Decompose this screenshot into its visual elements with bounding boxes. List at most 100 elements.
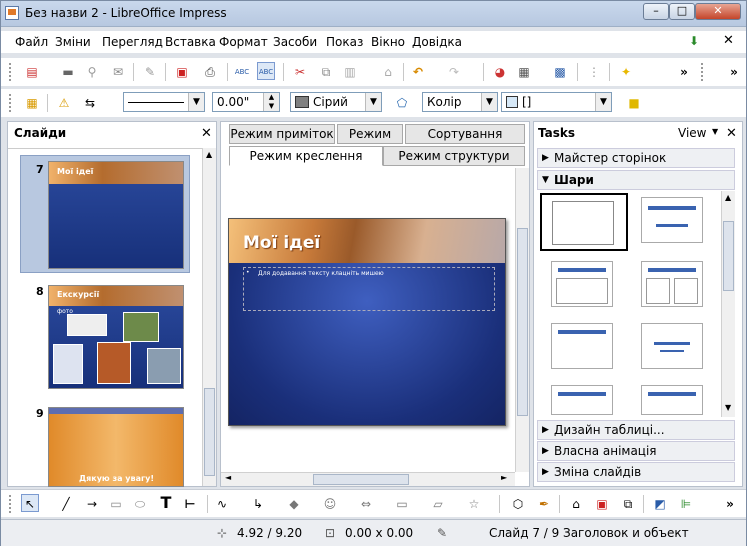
update-icon[interactable]: ⬇ bbox=[685, 32, 703, 50]
content-placeholder[interactable]: • Для додавання тексту клацніть мишею bbox=[243, 267, 495, 311]
from-file-icon[interactable]: ⌂ bbox=[567, 495, 585, 513]
ellipse-tool-icon[interactable]: ⬭ bbox=[131, 495, 149, 513]
spellcheck-icon[interactable]: ABC bbox=[233, 63, 251, 81]
new-document-icon[interactable]: ▤ bbox=[23, 63, 41, 81]
menu-slideshow[interactable]: Показ bbox=[326, 35, 363, 49]
callouts-icon[interactable]: ▱ bbox=[429, 495, 447, 513]
editor-hscrollbar[interactable]: ◄ ► bbox=[221, 472, 515, 486]
chevron-down-icon[interactable]: ▼ bbox=[365, 93, 381, 111]
line-tool-icon[interactable]: ╱ bbox=[57, 495, 75, 513]
gallery-star-icon[interactable]: ✦ bbox=[617, 63, 635, 81]
styles-icon[interactable]: ▦ bbox=[23, 94, 41, 112]
undo-icon[interactable]: ↶ bbox=[409, 63, 427, 81]
menu-help[interactable]: Довідка bbox=[412, 35, 462, 49]
rectangle-tool-icon[interactable]: ▭ bbox=[107, 495, 125, 513]
paste-icon[interactable]: ▥ bbox=[341, 63, 359, 81]
points-icon[interactable]: ⬡ bbox=[509, 495, 527, 513]
line-arrow-tool-icon[interactable]: → bbox=[83, 495, 101, 513]
table-icon[interactable]: ▦ bbox=[515, 63, 533, 81]
scroll-thumb[interactable] bbox=[313, 474, 409, 485]
chevron-down-icon[interactable]: ▼ bbox=[712, 127, 718, 136]
stars-icon[interactable]: ☆ bbox=[465, 495, 483, 513]
export-pdf-icon[interactable]: ▣ bbox=[173, 63, 191, 81]
scroll-down-icon[interactable]: ▼ bbox=[725, 403, 731, 412]
area-icon[interactable]: ⬠ bbox=[393, 94, 411, 112]
slide-thumbnail-9[interactable]: Дякую за увагу! bbox=[48, 407, 184, 487]
layout-more-2[interactable] bbox=[641, 385, 703, 415]
menu-view[interactable]: Перегляд bbox=[102, 35, 163, 49]
close-window-button[interactable]: ✕ bbox=[695, 3, 741, 20]
section-slide-transition[interactable]: ▶ Зміна слайдів bbox=[537, 462, 735, 482]
save-icon[interactable]: ⚲ bbox=[83, 63, 101, 81]
scroll-right-icon[interactable]: ► bbox=[501, 473, 507, 482]
autospellcheck-icon[interactable]: ABC bbox=[257, 62, 275, 80]
chevron-down-icon[interactable]: ▼ bbox=[481, 93, 497, 111]
chevron-down-icon[interactable]: ▼ bbox=[595, 93, 611, 111]
more-tools-chevron2-icon[interactable]: » bbox=[725, 63, 743, 81]
tab-normal[interactable]: Режим креслення bbox=[229, 146, 383, 166]
block-arrows-icon[interactable]: ⇔ bbox=[357, 495, 375, 513]
toggle-extrusion-icon[interactable]: ⧉ bbox=[619, 495, 637, 513]
section-layouts[interactable]: ▼ Шари bbox=[537, 170, 735, 190]
symbol-shapes-icon[interactable]: ☺ bbox=[321, 495, 339, 513]
menu-tools[interactable]: Засоби bbox=[273, 35, 317, 49]
copy-icon[interactable]: ⧉ bbox=[317, 63, 335, 81]
open-icon[interactable]: ▬ bbox=[59, 63, 77, 81]
tab-outline[interactable]: Режим структури bbox=[383, 146, 525, 166]
gallery-icon[interactable]: ▣ bbox=[593, 495, 611, 513]
layout-blank[interactable] bbox=[540, 193, 628, 251]
slides-scrollbar[interactable]: ▲ bbox=[202, 148, 216, 486]
layout-more-1[interactable] bbox=[551, 385, 613, 415]
edit-file-icon[interactable]: ✎ bbox=[141, 63, 159, 81]
flowchart-icon[interactable]: ▭ bbox=[393, 495, 411, 513]
section-table-design[interactable]: ▶ Дизайн таблиці... bbox=[537, 420, 735, 440]
cut-icon[interactable]: ✂ bbox=[291, 63, 309, 81]
maximize-button[interactable]: □ bbox=[669, 3, 695, 20]
line-icon[interactable]: ⚠ bbox=[55, 94, 73, 112]
spinner-icon[interactable]: ▲ ▼ bbox=[263, 93, 279, 111]
toolbar-grip[interactable] bbox=[9, 63, 13, 81]
shadow-icon[interactable]: ■ bbox=[625, 94, 643, 112]
menu-edit[interactable]: Зміни bbox=[55, 35, 91, 49]
line-color-select[interactable]: Сірий ▼ bbox=[290, 92, 382, 112]
more-tools-chevron-icon[interactable]: » bbox=[675, 63, 693, 81]
curve-tool-icon[interactable]: ∿ bbox=[213, 495, 231, 513]
tab-handout[interactable]: Режим тез bbox=[337, 124, 403, 159]
scroll-thumb[interactable] bbox=[723, 221, 734, 291]
layout-title-content[interactable] bbox=[551, 261, 613, 307]
fontwork-icon[interactable]: ✒ bbox=[535, 495, 553, 513]
scroll-thumb[interactable] bbox=[517, 228, 528, 416]
slide-title[interactable]: Мої ідеї bbox=[243, 233, 320, 253]
scroll-up-icon[interactable]: ▲ bbox=[206, 150, 212, 159]
chart-icon[interactable]: ◕ bbox=[491, 63, 509, 81]
scroll-up-icon[interactable]: ▲ bbox=[725, 193, 731, 202]
arrow-style-icon[interactable]: ⇆ bbox=[81, 94, 99, 112]
basic-shapes-icon[interactable]: ◆ bbox=[285, 495, 303, 513]
close-slides-pane-icon[interactable]: ✕ bbox=[201, 126, 212, 141]
layout-title-slide[interactable] bbox=[641, 197, 703, 243]
area-style-select[interactable]: Колір ▼ bbox=[422, 92, 498, 112]
close-tasks-pane-icon[interactable]: ✕ bbox=[726, 126, 737, 141]
more-drawing-chevron-icon[interactable]: » bbox=[721, 495, 739, 513]
select-arrow-icon[interactable]: ↖ bbox=[21, 494, 39, 512]
helplines-icon[interactable]: ⋮ bbox=[585, 63, 603, 81]
minimize-button[interactable]: – bbox=[643, 3, 669, 20]
slide-thumbnail-8[interactable]: Екскурсії фото bbox=[48, 285, 184, 389]
editor-vscrollbar[interactable] bbox=[515, 168, 529, 472]
connector-tool-icon[interactable]: ↳ bbox=[249, 495, 267, 513]
menu-window[interactable]: Вікно bbox=[371, 35, 405, 49]
line-width-field[interactable]: 0.00" ▲ ▼ bbox=[212, 92, 280, 112]
area-fill-select[interactable]: [] ▼ bbox=[501, 92, 612, 112]
tab-slide-sorter[interactable]: Сортування слайду bbox=[405, 124, 525, 159]
view-menu[interactable]: View bbox=[678, 126, 706, 140]
menu-format[interactable]: Формат bbox=[219, 35, 268, 49]
email-icon[interactable]: ✉ bbox=[109, 63, 127, 81]
clone-formatting-icon[interactable]: ⌂ bbox=[379, 63, 397, 81]
layout-title-only[interactable] bbox=[551, 323, 613, 369]
display-grid-icon[interactable]: ▩ bbox=[551, 63, 569, 81]
line-style-select[interactable]: ▼ bbox=[123, 92, 205, 112]
layouts-scrollbar[interactable]: ▲ ▼ bbox=[721, 191, 735, 417]
layout-title-2content[interactable] bbox=[641, 261, 703, 307]
close-document-icon[interactable]: ✕ bbox=[723, 33, 734, 48]
vertical-text-icon[interactable]: ⊢ bbox=[181, 495, 199, 513]
